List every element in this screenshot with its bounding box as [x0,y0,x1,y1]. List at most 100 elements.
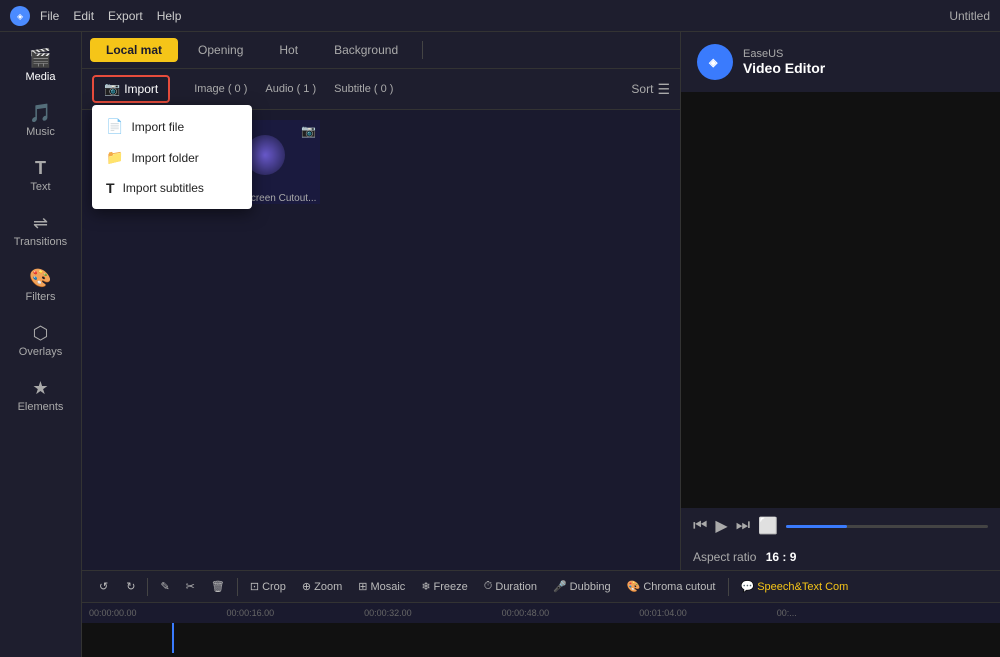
media-section: Local mat Opening Hot Background 📷 Impor… [82,32,680,570]
filter-audio[interactable]: Audio ( 1 ) [259,81,322,97]
undo-button[interactable]: ↺ [92,578,115,595]
timeline-tracks[interactable] [82,623,1000,657]
crop-icon: ⊡ [250,580,259,593]
aspect-ratio: Aspect ratio 16 : 9 [681,544,1000,570]
ruler-mark-1: 00:00:16.00 [227,608,275,618]
filter-image[interactable]: Image ( 0 ) [188,81,253,97]
camera-overlay-icon: 📷 [301,124,316,138]
speech-icon: 💬 [741,580,755,593]
undo-icon: ↺ [99,580,108,593]
play-button[interactable]: ▶ [715,516,727,536]
divider-2 [237,578,238,596]
pen-button[interactable]: ✎ [153,578,176,595]
import-button[interactable]: 📷 Import [92,75,170,103]
fast-forward-button[interactable]: ⏭ [736,517,750,535]
preview-panel: ◈ EaseUS Video Editor ⏮ ▶ ⏭ ⬜ [680,32,1000,570]
sort-button[interactable]: Sort ☰ [631,81,670,98]
tab-local-mat[interactable]: Local mat [90,38,178,62]
titlebar: ◈ File Edit Export Help Untitled [0,0,1000,32]
brand-icon: ◈ [697,44,733,80]
crop-button[interactable]: ⊡ Crop [243,578,293,595]
mosaic-button[interactable]: ⊞ Mosaic [351,578,412,595]
bottom-section: ↺ ↻ ✎ ✂ 🗑 ⊡ Cr [82,570,1000,657]
sidebar-item-elements[interactable]: ★ Elements [6,370,76,421]
rewind-button[interactable]: ⏮ [693,517,707,535]
tab-background[interactable]: Background [318,38,414,62]
progress-bar[interactable] [786,525,988,528]
content-section: Local mat Opening Hot Background 📷 Impor… [82,32,1000,657]
timeline: 00:00:00.00 00:00:16.00 00:00:32.00 00:0… [82,602,1000,657]
transitions-icon: ⇌ [10,213,72,234]
elements-icon: ★ [10,378,72,399]
sidebar-item-overlays[interactable]: ⬡ Overlays [6,315,76,366]
speech-text-button[interactable]: 💬 Speech&Text Com [734,578,856,595]
filter-subtitle[interactable]: Subtitle ( 0 ) [328,81,399,97]
progress-fill [786,525,847,528]
stop-button[interactable]: ⬜ [758,516,778,536]
scissors-button[interactable]: ✂ [179,578,202,595]
brand-title: Video Editor [743,60,825,76]
menu-edit[interactable]: Edit [73,9,94,23]
duration-button[interactable]: ⏱ Duration [477,578,544,595]
divider-3 [728,578,729,596]
chroma-button[interactable]: 🎨 Chroma cutout [620,578,723,595]
music-icon: 🎵 [10,103,72,124]
menu-help[interactable]: Help [157,9,182,23]
tab-hot[interactable]: Hot [263,38,314,62]
tab-divider [422,41,423,59]
dubbing-icon: 🎤 [553,580,567,593]
zoom-button[interactable]: ⊕ Zoom [295,578,349,595]
dropdown-import-subtitles[interactable]: T Import subtitles [92,173,252,203]
menu-file[interactable]: File [40,9,59,23]
folder-icon: 📁 [106,149,123,166]
brand-name: EaseUS [743,48,825,60]
sidebar-item-filters[interactable]: 🎨 Filters [6,260,76,311]
redo-icon: ↻ [126,580,135,593]
preview-controls: ⏮ ▶ ⏭ ⬜ [681,508,1000,544]
bottom-toolbar: ↺ ↻ ✎ ✂ 🗑 ⊡ Cr [82,570,1000,602]
mosaic-icon: ⊞ [358,580,367,593]
media-icon: 🎬 [10,48,72,69]
ruler-mark-0: 00:00:00.00 [89,608,137,618]
import-camera-icon: 📷 [104,81,120,97]
zoom-icon: ⊕ [302,580,311,593]
svg-text:◈: ◈ [708,57,718,69]
timeline-ruler: 00:00:00.00 00:00:16.00 00:00:32.00 00:0… [82,603,1000,623]
dropdown-import-folder[interactable]: 📁 Import folder [92,142,252,173]
filters-icon: 🎨 [10,268,72,289]
file-icon: 📄 [106,118,123,135]
sort-list-icon: ☰ [657,81,670,98]
tab-opening[interactable]: Opening [182,38,259,62]
delete-icon: 🗑 [211,580,225,593]
window-title: Untitled [949,9,990,23]
filter-bar: 📷 Import Image ( 0 ) Audio ( 1 ) Subtitl… [82,69,680,110]
dropdown-import-file[interactable]: 📄 Import file [92,111,252,142]
duration-icon: ⏱ [484,580,493,593]
undo-redo-group: ↺ ↻ [92,578,142,595]
text-icon: T [10,158,72,179]
delete-button[interactable]: 🗑 [204,578,232,595]
ruler-mark-2: 00:00:32.00 [364,608,412,618]
tabs-bar: Local mat Opening Hot Background [82,32,680,69]
sidebar-item-music[interactable]: 🎵 Music [6,95,76,146]
redo-button[interactable]: ↻ [119,578,142,595]
ruler-mark-5: 00:... [777,608,797,618]
aspect-value: 16 : 9 [766,550,797,564]
sidebar-item-text[interactable]: T Text [6,150,76,201]
chroma-icon: 🎨 [627,580,641,593]
subtitles-icon: T [106,180,115,196]
menu-bar: File Edit Export Help [40,9,181,23]
preview-branding: ◈ EaseUS Video Editor [681,32,1000,92]
timeline-cursor[interactable] [172,623,174,653]
freeze-button[interactable]: ❄ Freeze [414,578,474,595]
sidebar-item-media[interactable]: 🎬 Media [6,40,76,91]
sidebar-item-transitions[interactable]: ⇌ Transitions [6,205,76,256]
ruler-marks: 00:00:00.00 00:00:16.00 00:00:32.00 00:0… [84,608,998,618]
pen-icon: ✎ [160,580,169,593]
ruler-mark-3: 00:00:48.00 [502,608,550,618]
dubbing-button[interactable]: 🎤 Dubbing [546,578,618,595]
filter-tags: Image ( 0 ) Audio ( 1 ) Subtitle ( 0 ) [188,81,399,97]
freeze-icon: ❄ [421,580,430,593]
menu-export[interactable]: Export [108,9,143,23]
overlays-icon: ⬡ [10,323,72,344]
